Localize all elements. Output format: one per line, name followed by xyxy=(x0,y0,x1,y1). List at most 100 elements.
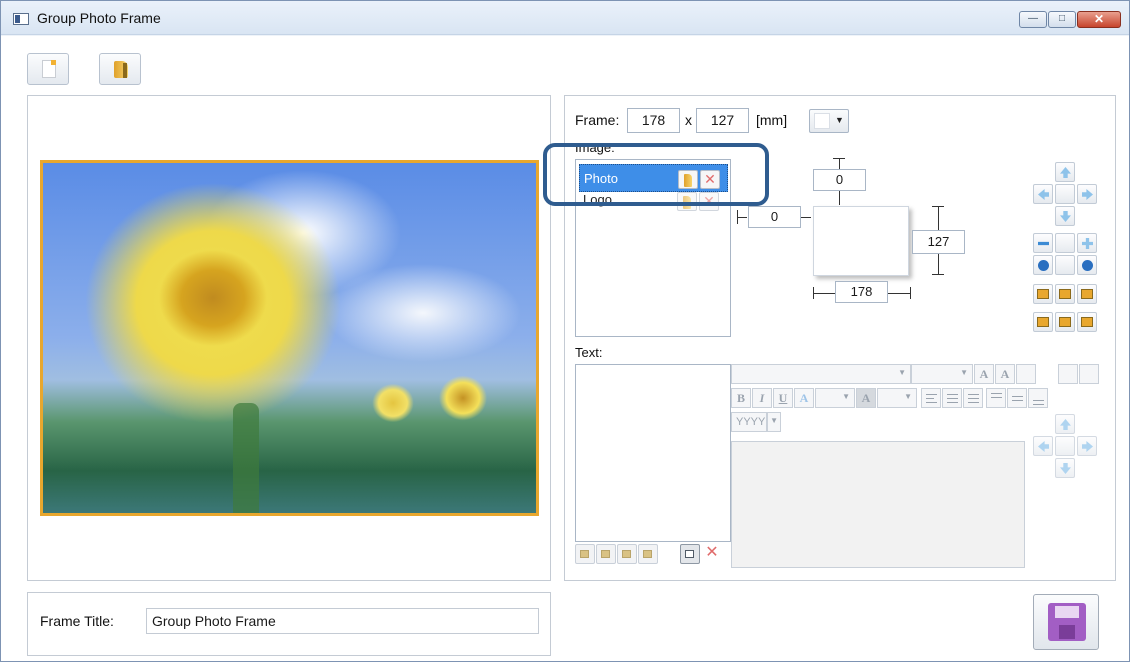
frame-color-dropdown[interactable]: ▼ xyxy=(809,109,849,133)
color-swatch xyxy=(814,113,830,129)
align-icon xyxy=(1081,289,1093,299)
align-left-icon[interactable] xyxy=(921,388,941,408)
image-height-input[interactable]: 127 xyxy=(912,230,965,254)
move-right-button[interactable] xyxy=(1077,184,1097,204)
chevron-down-icon: ▼ xyxy=(842,392,850,401)
decrease-font-icon[interactable]: A xyxy=(995,364,1015,384)
text-blank-button[interactable] xyxy=(1058,364,1078,384)
selection-highlight xyxy=(543,143,769,206)
dim-tick xyxy=(932,274,944,275)
center-image-button[interactable] xyxy=(1055,184,1075,204)
align-bottom-center-button[interactable] xyxy=(1055,312,1075,332)
client-area: Frame: 178 x 127 [mm] ▼ Image: Photo ✕ L… xyxy=(1,36,1129,661)
layer-icon xyxy=(622,550,631,558)
text-label: Text: xyxy=(575,345,603,360)
zoom-in-button[interactable] xyxy=(1077,233,1097,253)
bring-front-button[interactable] xyxy=(575,544,595,564)
send-backward-button[interactable] xyxy=(617,544,637,564)
text-box-icon xyxy=(685,550,694,558)
align-center-icon[interactable] xyxy=(942,388,962,408)
font-color-dropdown[interactable]: ▼ xyxy=(815,388,855,408)
image-position-preview xyxy=(813,206,909,276)
dim-line xyxy=(813,293,835,294)
align-bottom-right-button[interactable] xyxy=(1077,312,1097,332)
arrow-right-icon xyxy=(1082,189,1093,200)
align-top-center-button[interactable] xyxy=(1055,284,1075,304)
rotate-left-icon xyxy=(1038,260,1049,271)
bold-button[interactable]: B xyxy=(731,388,751,408)
save-button[interactable] xyxy=(1033,594,1099,650)
increase-font-icon[interactable]: A xyxy=(974,364,994,384)
align-top-left-button[interactable] xyxy=(1033,284,1053,304)
align-right-icon[interactable] xyxy=(963,388,983,408)
align-icon xyxy=(1037,289,1049,299)
delete-text-button[interactable]: ✕ xyxy=(702,544,722,564)
bring-forward-button[interactable] xyxy=(596,544,616,564)
arrow-left-icon xyxy=(1038,189,1049,200)
text-move-down-button[interactable] xyxy=(1055,458,1075,478)
font-family-select[interactable]: ▼ xyxy=(731,364,911,384)
top-offset-input[interactable]: 0 xyxy=(813,169,866,191)
frame-title-input[interactable]: Group Photo Frame xyxy=(146,608,539,634)
text-content-area[interactable] xyxy=(731,441,1025,568)
image-width-input[interactable]: 178 xyxy=(835,281,888,303)
chevron-down-icon: ▼ xyxy=(960,368,968,377)
dim-line xyxy=(801,217,811,218)
new-frame-button[interactable] xyxy=(27,53,69,85)
minimize-button[interactable]: — xyxy=(1019,11,1047,28)
rotate-right-button[interactable] xyxy=(1077,255,1097,275)
align-bottom-left-button[interactable] xyxy=(1033,312,1053,332)
zoom-out-button[interactable] xyxy=(1033,233,1053,253)
left-offset-input[interactable]: 0 xyxy=(748,206,801,228)
maximize-button[interactable]: □ xyxy=(1048,11,1076,28)
text-align-bottom-icon[interactable] xyxy=(1079,364,1099,384)
add-text-button[interactable] xyxy=(680,544,700,564)
move-down-button[interactable] xyxy=(1055,206,1075,226)
text-move-right-button[interactable] xyxy=(1077,436,1097,456)
rotate-left-button[interactable] xyxy=(1033,255,1053,275)
layer-icon xyxy=(580,550,589,558)
font-size-select[interactable]: ▼ xyxy=(911,364,973,384)
new-document-icon xyxy=(42,60,56,78)
title-bar[interactable]: Group Photo Frame — □ ✕ xyxy=(1,1,1129,35)
send-back-button[interactable] xyxy=(638,544,658,564)
arrow-up-icon xyxy=(1060,167,1071,178)
frame-height-input[interactable]: 127 xyxy=(696,108,749,133)
frame-unit-label: [mm] xyxy=(756,112,788,128)
frame-width-input[interactable]: 178 xyxy=(627,108,680,133)
date-format-dropdown[interactable]: ▼ xyxy=(767,412,781,432)
open-frame-button[interactable] xyxy=(99,53,141,85)
text-center-button[interactable] xyxy=(1055,436,1075,456)
frame-preview-image xyxy=(40,160,539,516)
move-left-button[interactable] xyxy=(1033,184,1053,204)
layer-icon xyxy=(643,550,652,558)
zoom-reset-button[interactable] xyxy=(1055,233,1075,253)
valign-middle-icon[interactable] xyxy=(1007,388,1027,408)
font-color-button[interactable]: A xyxy=(794,388,814,408)
valign-top-icon[interactable] xyxy=(986,388,1006,408)
arrow-right-icon xyxy=(1082,441,1093,452)
arrow-left-icon xyxy=(1038,441,1049,452)
text-align-top-icon[interactable] xyxy=(1016,364,1036,384)
dim-line xyxy=(737,217,747,218)
close-button[interactable]: ✕ xyxy=(1077,11,1121,28)
frame-times-label: x xyxy=(685,112,692,128)
text-move-up-button[interactable] xyxy=(1055,414,1075,434)
rotate-right-icon xyxy=(1082,260,1093,271)
rotate-reset-button[interactable] xyxy=(1055,255,1075,275)
date-format-field[interactable]: YYYY xyxy=(731,412,767,432)
text-move-left-button[interactable] xyxy=(1033,436,1053,456)
blank-icon xyxy=(1060,238,1071,249)
bg-color-dropdown[interactable]: ▼ xyxy=(877,388,917,408)
chevron-down-icon: ▼ xyxy=(835,115,844,125)
valign-bottom-icon[interactable] xyxy=(1028,388,1048,408)
align-icon xyxy=(1059,317,1071,327)
dim-tick xyxy=(910,287,911,299)
underline-button[interactable]: U xyxy=(773,388,793,408)
bg-color-button[interactable]: A xyxy=(856,388,876,408)
italic-button[interactable]: I xyxy=(752,388,772,408)
text-list[interactable] xyxy=(575,364,731,542)
move-up-button[interactable] xyxy=(1055,162,1075,182)
align-top-right-button[interactable] xyxy=(1077,284,1097,304)
window-title: Group Photo Frame xyxy=(37,10,161,26)
